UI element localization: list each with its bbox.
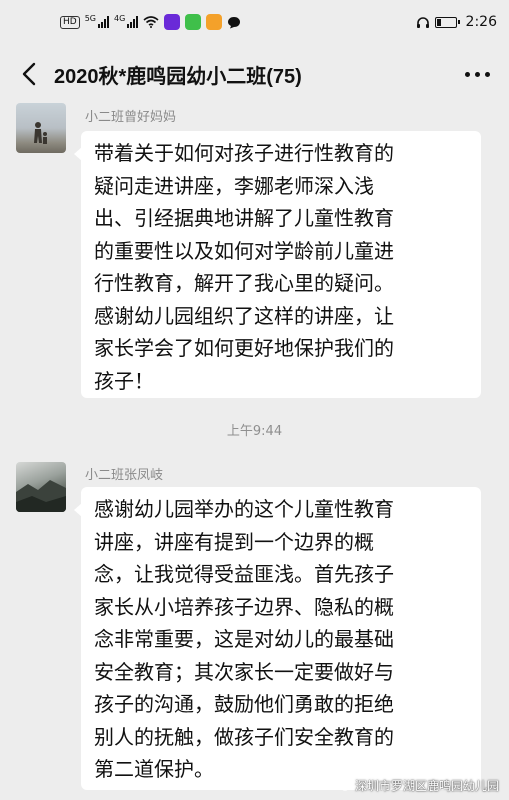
message-bubble[interactable]: 感谢幼儿园举办的这个儿童性教育 讲座，讲座有提到一个边界的概 念，让我觉得受益匪…: [74, 487, 481, 790]
network-label-4g: 4G: [114, 14, 126, 23]
signal-icon: [98, 16, 109, 28]
message-timestamp: 上午9:44: [226, 424, 283, 439]
message-bubble[interactable]: 带着关于如何对孩子进行性教育的 疑问走进讲座，李娜老师深入浅 出、引经据典地讲解…: [74, 131, 481, 398]
signal-icon-2: [127, 16, 139, 28]
person-silhouette-icon: [34, 122, 47, 144]
back-button[interactable]: [14, 59, 44, 89]
headphones-icon: [416, 16, 429, 28]
watermark-text: 深圳市罗湖区鹿鸣园幼儿园: [354, 779, 499, 793]
chevron-left-icon: [22, 62, 36, 86]
app-icon-purple: [164, 14, 181, 30]
wifi-icon: [143, 16, 159, 28]
status-time: 2:26: [465, 14, 497, 30]
more-dots-icon: [464, 71, 470, 77]
status-right: 2:26: [416, 14, 497, 30]
more-dot: [484, 71, 490, 77]
chat-bubble-icon: [228, 16, 241, 28]
battery-icon: [434, 16, 460, 28]
app-icon-orange: [206, 14, 223, 30]
wechat-channel-icon: [334, 779, 350, 791]
sender-name: 小二班张凤岐: [85, 468, 164, 483]
sender-name: 小二班曾好妈妈: [85, 110, 177, 125]
more-options-button[interactable]: [459, 59, 495, 89]
chat-header: 2020秋*鹿鸣园幼小二班(75): [0, 44, 509, 104]
hd-badge: HD: [60, 15, 80, 29]
landscape-photo-icon: [16, 480, 66, 512]
status-bar: HD 5G 4G 2:26: [0, 0, 509, 44]
battery-level: [436, 18, 441, 26]
watermark: 深圳市罗湖区鹿鸣园幼儿园: [334, 777, 499, 794]
avatar[interactable]: [16, 462, 66, 512]
app-icon-green: [185, 14, 202, 30]
chat-title: 2020秋*鹿鸣园幼小二班(75): [54, 66, 302, 88]
network-label-5g: 5G: [84, 14, 96, 23]
status-left: HD 5G 4G: [60, 14, 241, 30]
more-dot: [474, 71, 480, 77]
avatar[interactable]: [16, 103, 66, 153]
